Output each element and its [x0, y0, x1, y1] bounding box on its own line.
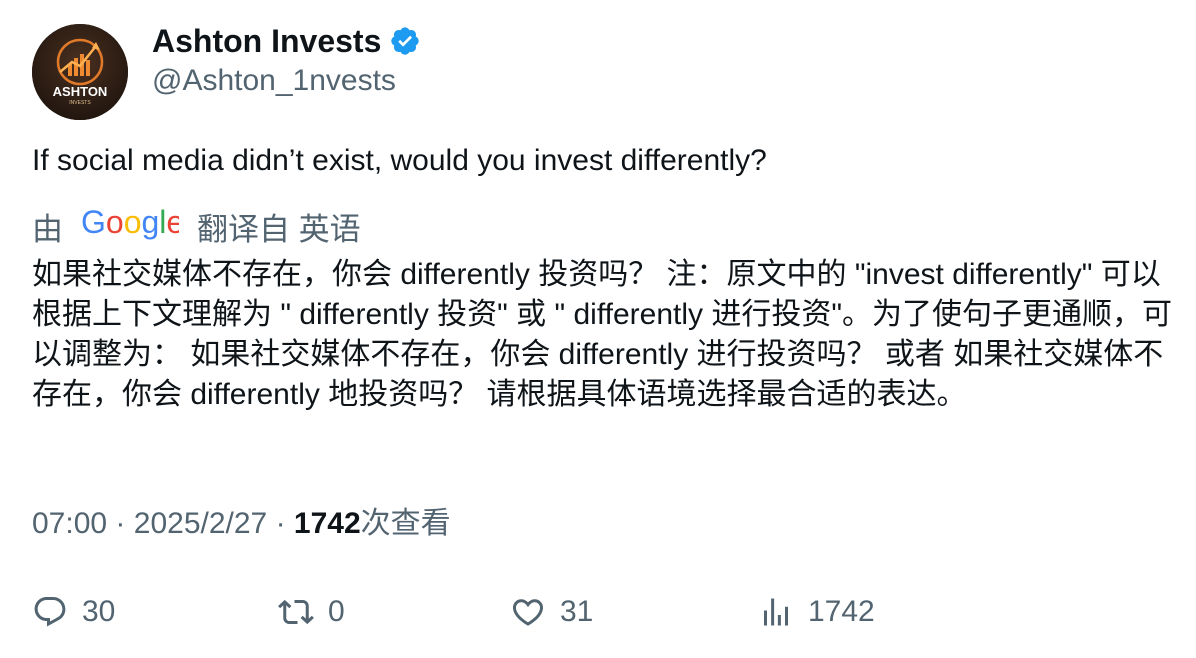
verified-badge-icon[interactable]: [389, 25, 421, 57]
svg-text:INVESTS: INVESTS: [69, 100, 91, 106]
action-bar: 30 0 31 1742: [0, 590, 1196, 634]
tweet-date[interactable]: 2025/2/27: [134, 507, 267, 540]
translation-suffix: 翻译自 英语: [197, 211, 361, 247]
author-display-name[interactable]: Ashton Invests: [152, 22, 381, 60]
retweet-count: 0: [328, 595, 345, 628]
reply-count: 30: [82, 595, 116, 628]
tweet-metadata: 07:00 · 2025/2/27 · 1742次查看: [32, 504, 451, 544]
ashton-invests-logo: ASHTON INVESTS: [32, 24, 128, 120]
meta-separator: ·: [115, 507, 126, 540]
svg-text:ASHTON: ASHTON: [53, 84, 108, 99]
meta-separator: ·: [275, 507, 286, 540]
translation-attribution[interactable]: 由 Google 翻译自 英语: [32, 204, 361, 253]
retweet-button[interactable]: 0: [278, 590, 345, 634]
avatar[interactable]: ASHTON INVESTS: [32, 24, 128, 120]
views-count: 1742: [293, 507, 361, 540]
translation-prefix: 由: [32, 211, 63, 247]
views-button[interactable]: 1742: [758, 590, 875, 634]
tweet-time[interactable]: 07:00: [32, 507, 107, 540]
analytics-icon: [764, 598, 788, 626]
views-label: 次查看: [360, 507, 451, 540]
retweet-icon: [278, 599, 314, 625]
google-logo-icon: Google: [81, 204, 184, 253]
author-name[interactable]: Ashton Invests: [152, 22, 421, 60]
translated-text: 如果社交媒体不存在，你会 differently 投资吗？ 注：原文中的 "in…: [32, 258, 1172, 411]
svg-text:Google: Google: [81, 206, 179, 240]
views-action-count: 1742: [808, 595, 875, 628]
heart-icon: [512, 599, 544, 626]
reply-button[interactable]: 30: [32, 590, 115, 634]
reply-icon: [34, 597, 66, 627]
author-handle[interactable]: @Ashton_1nvests: [152, 62, 396, 100]
like-count: 31: [560, 595, 594, 628]
like-button[interactable]: 31: [510, 590, 593, 634]
tweet-text: If social media didn’t exist, would you …: [32, 144, 767, 177]
